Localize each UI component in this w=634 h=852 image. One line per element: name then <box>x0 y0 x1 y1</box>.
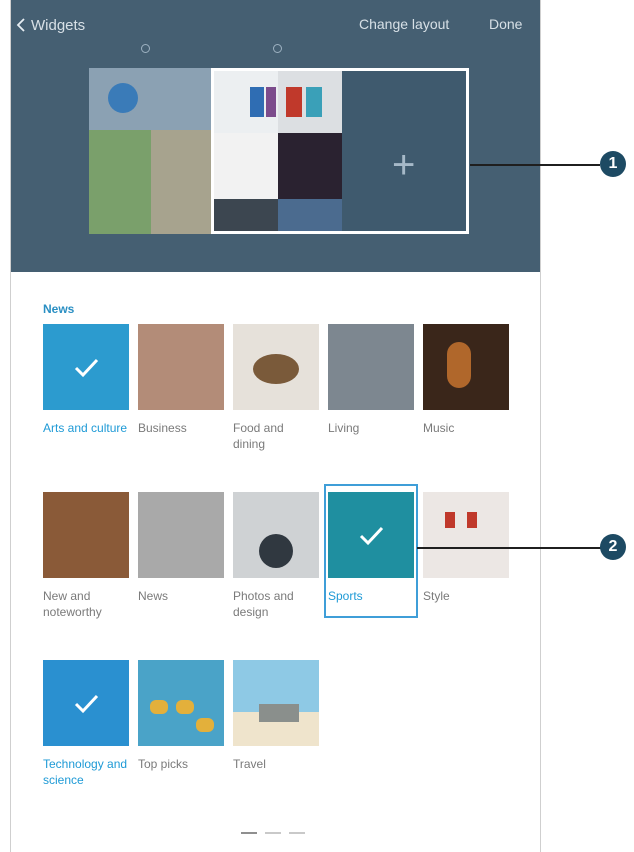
layout-preview-panel: Widgets Change layout Done + <box>11 0 540 272</box>
category-label: Business <box>138 421 187 435</box>
checkmark-icon <box>74 694 99 714</box>
page-indicator-dot <box>141 44 150 53</box>
category-technology-and-science[interactable]: Technology and science <box>43 660 129 788</box>
magazine-page-preview[interactable]: + <box>211 68 469 234</box>
category-label: New and noteworthy <box>43 589 102 619</box>
done-button[interactable]: Done <box>489 16 522 32</box>
category-label: Technology and science <box>43 757 128 787</box>
checkmark-icon <box>74 358 99 378</box>
category-label: Living <box>328 421 360 435</box>
category-thumbnail <box>328 324 414 410</box>
widget-tile <box>151 130 217 234</box>
category-thumbnail <box>423 492 509 578</box>
category-label: Arts and culture <box>43 421 128 435</box>
category-music[interactable]: Music <box>423 324 509 436</box>
page-indicator-dot <box>273 44 282 53</box>
category-travel[interactable]: Travel <box>233 660 319 772</box>
widget-tile <box>278 199 342 231</box>
pagination-indicator <box>289 832 305 834</box>
category-business[interactable]: Business <box>138 324 224 436</box>
home-page-preview[interactable] <box>89 68 217 234</box>
callout-line <box>470 164 600 166</box>
widget-tile <box>278 133 342 199</box>
pagination-indicator <box>265 832 281 834</box>
category-label: Top picks <box>138 757 189 771</box>
category-top-picks[interactable]: Top picks <box>138 660 224 772</box>
device-screen: Widgets Change layout Done + News Arts a… <box>10 0 541 852</box>
category-food-and-dining[interactable]: Food and dining <box>233 324 319 452</box>
selected-category-highlight <box>324 484 418 618</box>
add-page-plus-icon[interactable]: + <box>392 145 415 185</box>
globe-icon <box>108 83 138 113</box>
callout-marker: 2 <box>600 534 626 560</box>
category-news[interactable]: News <box>138 492 224 604</box>
widget-tile <box>89 68 217 130</box>
category-thumbnail <box>233 324 319 410</box>
category-label: Food and dining <box>233 421 284 451</box>
category-arts-and-culture[interactable]: Arts and culture <box>43 324 129 436</box>
category-thumbnail <box>43 324 129 410</box>
callout-marker: 1 <box>600 151 626 177</box>
category-thumbnail <box>43 660 129 746</box>
widget-tile <box>214 199 278 231</box>
category-new-and-noteworthy[interactable]: New and noteworthy <box>43 492 129 620</box>
category-label: Style <box>423 589 450 603</box>
category-label: Photos and design <box>233 589 294 619</box>
category-thumbnail <box>138 324 224 410</box>
category-thumbnail <box>233 660 319 746</box>
back-button[interactable]: Widgets <box>15 12 85 38</box>
chevron-left-icon <box>16 18 25 32</box>
category-photos-and-design[interactable]: Photos and design <box>233 492 319 620</box>
widget-tile <box>89 130 151 234</box>
change-layout-button[interactable]: Change layout <box>359 16 449 32</box>
category-label: News <box>138 589 169 603</box>
category-thumbnail <box>233 492 319 578</box>
top-bar: Widgets Change layout Done <box>11 0 540 48</box>
category-thumbnail <box>43 492 129 578</box>
category-label: Music <box>423 421 455 435</box>
widget-tile <box>214 133 278 199</box>
back-label: Widgets <box>31 16 86 34</box>
category-living[interactable]: Living <box>328 324 414 436</box>
category-label: Travel <box>233 757 266 771</box>
section-title: News <box>43 302 75 316</box>
category-thumbnail <box>138 660 224 746</box>
category-thumbnail <box>138 492 224 578</box>
callout-line <box>417 547 601 549</box>
pagination-indicator-active <box>241 832 257 834</box>
widget-tile <box>214 71 278 133</box>
category-thumbnail <box>423 324 509 410</box>
widget-tile <box>278 71 342 133</box>
